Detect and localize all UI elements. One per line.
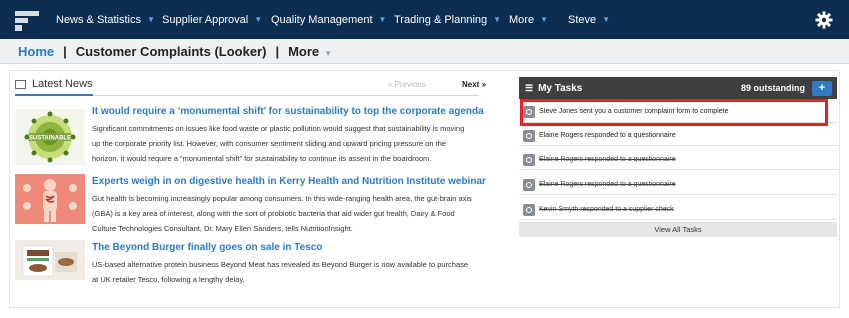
breadcrumb-more-label: More <box>288 43 320 59</box>
task-text: Kevin Smyth responded to a supplier chec… <box>539 206 674 213</box>
breadcrumb-separator: | <box>275 43 280 59</box>
circle-icon <box>523 153 535 166</box>
nav-news-statistics[interactable]: News & Statistics ▼ <box>56 0 155 39</box>
chevron-down-icon: ▼ <box>540 15 548 24</box>
task-item-completed[interactable]: Kevin Smyth responded to a supplier chec… <box>519 200 837 220</box>
chevron-down-icon: ▼ <box>493 15 502 24</box>
chevron-down-icon: ▼ <box>324 48 333 58</box>
news-header: Latest News <box>15 78 93 90</box>
digestive-health-thumbnail[interactable] <box>15 174 85 224</box>
news-title: Latest News <box>32 78 93 90</box>
chevron-down-icon: ▼ <box>146 15 155 24</box>
nav-trading-planning[interactable]: Trading & Planning ▼ <box>394 0 501 39</box>
summary-line: at UK retailer Tesco, following a length… <box>92 275 245 284</box>
list-icon: ☰ <box>525 82 534 93</box>
gear-icon[interactable] <box>815 11 833 29</box>
thumbnail-text: SUSTAINABLE <box>29 136 71 142</box>
breadcrumb-more-menu[interactable]: More ▼ <box>288 44 332 59</box>
breadcrumb: Home | Customer Complaints (Looker) | Mo… <box>0 39 849 64</box>
previous-page-link[interactable]: « Previous <box>388 80 426 89</box>
nav-label: News & Statistics <box>56 13 141 26</box>
sustainable-thumbnail[interactable]: SUSTAINABLE <box>15 109 85 165</box>
task-text: Elaine Rogers responded to a questionnai… <box>539 156 676 163</box>
nav-label: More <box>509 13 535 26</box>
article-title-link[interactable]: It would require a ‘monumental shift’ fo… <box>92 106 484 117</box>
breadcrumb-separator: | <box>63 43 67 59</box>
summary-line: US-based alternative protein business Be… <box>92 260 469 269</box>
nav-supplier-approval[interactable]: Supplier Approval ▼ <box>162 0 262 39</box>
task-item-completed[interactable]: Elaine Rogers responded to a questionnai… <box>519 150 837 170</box>
tab-underline <box>15 94 93 96</box>
chevron-down-icon: ▼ <box>254 15 263 24</box>
chevron-down-icon: ▼ <box>378 15 387 24</box>
news-article: Experts weigh in on digestive health in … <box>15 174 486 234</box>
beyond-burger-thumbnail[interactable] <box>15 240 85 280</box>
article-title-link[interactable]: The Beyond Burger finally goes on sale i… <box>92 242 322 253</box>
highlight-box <box>520 99 828 126</box>
nav-label: Quality Management <box>271 13 373 26</box>
task-item-completed[interactable]: Elaine Rogers responded to a questionnai… <box>519 175 837 195</box>
tasks-title-text: My Tasks <box>538 82 583 94</box>
tasks-title: ☰ My Tasks <box>525 83 582 94</box>
circle-icon <box>523 129 535 142</box>
circle-icon <box>523 178 535 191</box>
nav-more[interactable]: More ▼ <box>509 0 548 39</box>
task-item[interactable]: Elaine Rogers responded to a questionnai… <box>519 126 837 146</box>
nav-label: Trading & Planning <box>394 13 488 26</box>
summary-line: up the corporate priority list. However,… <box>92 139 446 148</box>
summary-line: Significant commitments on issues like f… <box>92 124 465 133</box>
article-summary: Gut health is becoming increasingly popu… <box>92 191 492 236</box>
summary-line: horizon, it would require a “monumental … <box>92 154 432 163</box>
article-title-link[interactable]: Experts weigh in on digestive health in … <box>92 176 486 187</box>
tasks-header: ☰ My Tasks 89 outstanding + <box>519 77 837 99</box>
summary-line: (GBA) is a key area of interest, along w… <box>92 209 455 218</box>
add-task-button[interactable]: + <box>812 81 832 96</box>
task-text: Elaine Rogers responded to a questionnai… <box>539 181 676 188</box>
news-icon <box>15 79 26 89</box>
circle-icon <box>523 203 535 216</box>
news-article: SUSTAINABLE It would require a ‘monument… <box>15 106 485 165</box>
summary-line: Gut health is becoming increasingly popu… <box>92 194 472 203</box>
outstanding-count: 89 outstanding <box>740 83 805 93</box>
news-article: The Beyond Burger finally goes on sale i… <box>15 240 485 286</box>
summary-line: Culture Technologies Consultant, Dr. Mar… <box>92 224 353 233</box>
view-all-tasks-button[interactable]: View All Tasks <box>519 222 837 237</box>
app-logo[interactable] <box>15 11 39 31</box>
task-text: Elaine Rogers responded to a questionnai… <box>539 132 676 139</box>
top-nav-bar: News & Statistics ▼ Supplier Approval ▼ Qu… <box>0 0 849 39</box>
next-page-link[interactable]: Next » <box>462 80 486 89</box>
breadcrumb-home-link[interactable]: Home <box>18 44 54 59</box>
page-title: Customer Complaints (Looker) <box>75 43 267 59</box>
nav-label: Supplier Approval <box>162 13 249 26</box>
chevron-down-icon: ▼ <box>602 15 611 24</box>
nav-label: Steve <box>568 13 597 26</box>
nav-quality-management[interactable]: Quality Management ▼ <box>271 0 386 39</box>
nav-user-menu[interactable]: Steve ▼ <box>568 0 610 39</box>
article-summary: US-based alternative protein business Be… <box>92 257 492 287</box>
article-summary: Significant commitments on issues like f… <box>92 121 492 166</box>
